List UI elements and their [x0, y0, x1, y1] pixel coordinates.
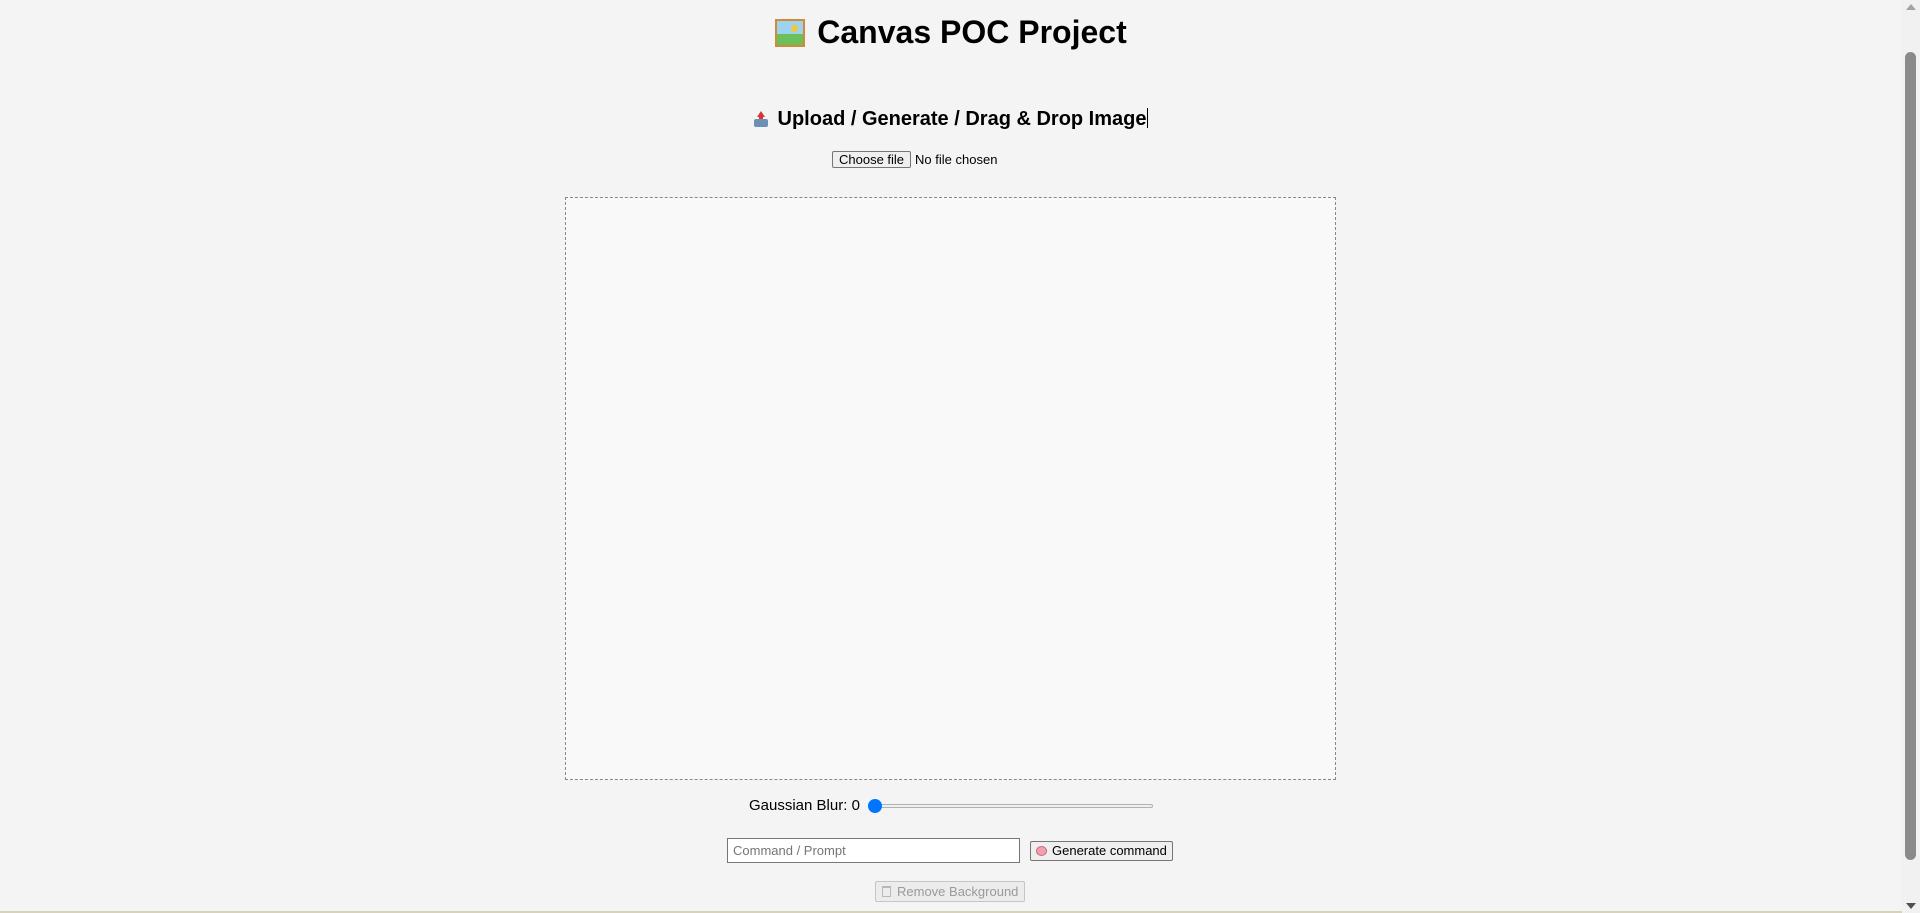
blur-value: 0	[851, 797, 860, 814]
wastebasket-icon	[882, 886, 891, 897]
remove-background-button[interactable]: Remove Background	[875, 881, 1026, 902]
framed-picture-icon	[775, 19, 806, 47]
scroll-down-arrow-icon[interactable]	[1906, 903, 1916, 909]
generate-command-button[interactable]: Generate command	[1030, 840, 1173, 861]
blur-label: Gaussian Blur:	[749, 797, 848, 814]
file-status-text: No file chosen	[915, 152, 998, 167]
inbox-tray-upload-icon	[753, 111, 768, 127]
choose-file-button[interactable]: Choose file	[832, 151, 912, 168]
file-input[interactable]: Choose file No file chosen	[832, 151, 997, 168]
page-title-text: Canvas POC Project	[817, 14, 1127, 50]
blur-slider[interactable]	[867, 798, 1153, 814]
command-input[interactable]	[727, 838, 1020, 863]
upload-heading-text: Upload / Generate / Drag & Drop Image	[777, 108, 1147, 130]
page-title: Canvas POC Project	[0, 14, 1902, 51]
blur-control: Gaussian Blur: 0	[749, 797, 1153, 814]
brain-icon	[1036, 845, 1047, 856]
blur-slider-track	[867, 803, 1153, 808]
canvas-drop-zone[interactable]	[565, 197, 1336, 780]
upload-heading: Upload / Generate / Drag & Drop Image	[0, 108, 1902, 131]
generate-command-label: Generate command	[1052, 843, 1167, 858]
page: Canvas POC Project Upload / Generate / D…	[0, 0, 1902, 913]
scrollbar-thumb[interactable]	[1905, 52, 1916, 860]
scroll-up-arrow-icon[interactable]	[1906, 4, 1916, 10]
vertical-scrollbar[interactable]	[1902, 0, 1920, 913]
command-row: Generate command	[727, 838, 1173, 863]
text-caret	[1147, 108, 1149, 128]
remove-background-label: Remove Background	[897, 884, 1019, 899]
blur-slider-thumb[interactable]	[867, 798, 882, 813]
